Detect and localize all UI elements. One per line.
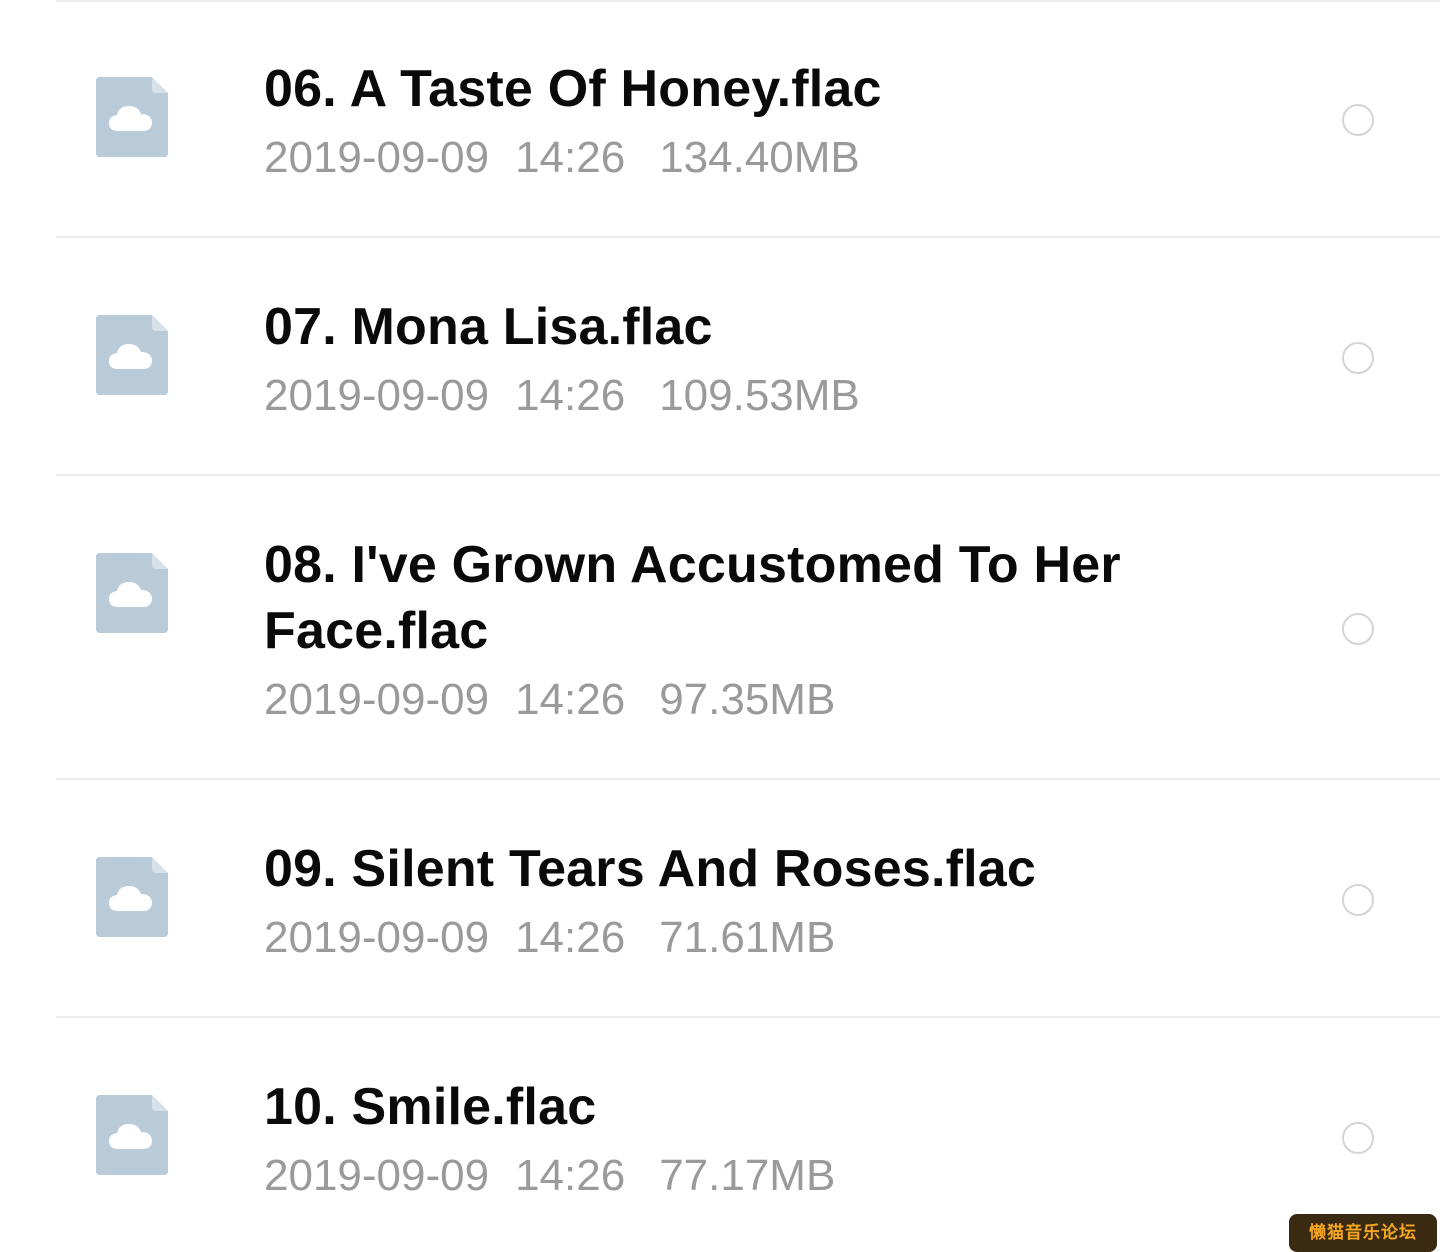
select-radio[interactable] [1342,1122,1374,1154]
file-time: 14:26 [515,133,626,182]
cloud-file-icon [96,857,168,937]
cloud-file-icon [96,315,168,395]
file-list-item[interactable]: 10. Smile.flac 2019-09-09 14:26 77.17MB [0,1018,1440,1252]
file-date: 2019-09-09 [264,675,490,724]
file-size: 97.35MB [659,675,836,724]
file-name: 09. Silent Tears And Roses.flac [264,840,1037,898]
cloud-file-icon [96,553,168,633]
file-meta: 2019-09-09 14:26 71.61MB [264,902,1224,974]
file-size: 77.17MB [659,1151,836,1200]
file-name: 07. Mona Lisa.flac [264,298,713,356]
cloud-file-icon [96,1095,168,1175]
select-radio[interactable] [1342,104,1374,136]
forum-watermark: 懒猫音乐论坛 [1289,1214,1437,1252]
file-list-item[interactable]: 06. A Taste Of Honey.flac 2019-09-09 14:2… [0,0,1440,238]
file-name: 10. Smile.flac [264,1078,597,1136]
file-date: 2019-09-09 [264,133,490,182]
file-time: 14:26 [515,675,626,724]
file-date: 2019-09-09 [264,913,490,962]
cloud-file-icon [96,77,168,157]
file-size: 134.40MB [659,133,860,182]
select-radio[interactable] [1342,342,1374,374]
file-size: 71.61MB [659,913,836,962]
file-date: 2019-09-09 [264,1151,490,1200]
file-meta: 2019-09-09 14:26 134.40MB [264,122,1224,194]
select-radio[interactable] [1342,884,1374,916]
file-meta: 2019-09-09 14:26 109.53MB [264,360,1224,432]
file-list-item[interactable]: 07. Mona Lisa.flac 2019-09-09 14:26 109.53… [0,238,1440,476]
file-meta: 2019-09-09 14:26 77.17MB [264,1140,1224,1212]
file-name: 06. A Taste Of Honey.flac [264,60,882,118]
file-meta: 2019-09-09 14:26 97.35MB [264,664,1224,736]
file-list-item[interactable]: 09. Silent Tears And Roses.flac 2019-09-… [0,780,1440,1018]
file-name: 08. I've Grown Accustomed To Her Face.fl… [264,536,1121,660]
file-time: 14:26 [515,913,626,962]
select-radio[interactable] [1342,613,1374,645]
file-date: 2019-09-09 [264,371,490,420]
file-size: 109.53MB [659,371,860,420]
file-list-item[interactable]: 08. I've Grown Accustomed To Her Face.fl… [0,476,1440,780]
file-time: 14:26 [515,371,626,420]
file-time: 14:26 [515,1151,626,1200]
